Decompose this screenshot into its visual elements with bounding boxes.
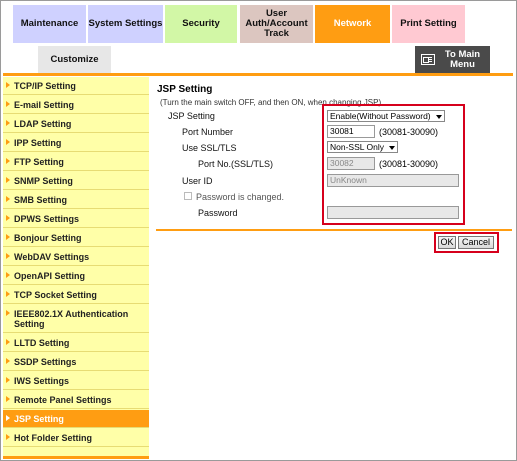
user-id-label: User ID xyxy=(182,176,213,186)
sidebar-item-label: TCP Socket Setting xyxy=(14,290,97,300)
arrow-icon xyxy=(6,339,10,345)
arrow-icon xyxy=(6,82,10,88)
sidebar-item-label: DPWS Settings xyxy=(14,214,80,224)
sidebar-item-label: IPP Setting xyxy=(14,138,62,148)
arrow-icon xyxy=(6,120,10,126)
arrow-icon xyxy=(6,291,10,297)
sidebar-item-lltd[interactable]: LLTD Setting xyxy=(3,334,149,352)
arrow-icon xyxy=(6,272,10,278)
tab-maintenance[interactable]: Maintenance xyxy=(13,5,86,43)
arrow-icon xyxy=(6,101,10,107)
sidebar-item-label: SSDP Settings xyxy=(14,357,77,367)
arrow-icon xyxy=(6,215,10,221)
sidebar-item-label: LLTD Setting xyxy=(14,338,70,348)
sidebar-item-label: SNMP Setting xyxy=(14,176,73,186)
page-title: JSP Setting xyxy=(157,84,213,95)
sidebar-item-iws[interactable]: IWS Settings xyxy=(3,372,149,390)
password-changed-checkbox[interactable] xyxy=(184,192,192,200)
arrow-icon xyxy=(6,358,10,364)
sidebar-item-label: SMB Setting xyxy=(14,195,67,205)
sidebar-item-webdav[interactable]: WebDAV Settings xyxy=(3,248,149,266)
sidebar-item-ieee8021x[interactable]: IEEE802.1X Authentication Setting xyxy=(3,305,149,333)
sidebar-item-label: Remote Panel Settings xyxy=(14,395,112,405)
arrow-icon xyxy=(6,177,10,183)
sidebar-item-label: IEEE802.1X Authentication Setting xyxy=(14,309,129,329)
tab-security[interactable]: Security xyxy=(165,5,237,43)
jsp-setting-label: JSP Setting xyxy=(168,111,215,121)
sidebar-item-label: IWS Settings xyxy=(14,376,70,386)
port-number-label: Port Number xyxy=(182,127,234,137)
arrow-icon xyxy=(6,158,10,164)
sidebar-item-label: TCP/IP Setting xyxy=(14,81,76,91)
sidebar-bottom-bar xyxy=(3,456,149,459)
arrow-icon xyxy=(6,139,10,145)
sidebar-item-openapi[interactable]: OpenAPI Setting xyxy=(3,267,149,285)
sidebar-item-label: Hot Folder Setting xyxy=(14,433,92,443)
main-menu-icon xyxy=(421,54,435,65)
sidebar-item-ssdp[interactable]: SSDP Settings xyxy=(3,353,149,371)
to-main-menu-label: To Main Menu xyxy=(444,48,481,70)
arrow-icon xyxy=(6,253,10,259)
tab-customize[interactable]: Customize xyxy=(38,46,111,73)
sidebar-item-tcp-ip[interactable]: TCP/IP Setting xyxy=(3,77,149,95)
sidebar-item-remote-panel[interactable]: Remote Panel Settings xyxy=(3,391,149,409)
tab-system-settings[interactable]: System Settings xyxy=(88,5,163,43)
sidebar-item-label: E-mail Setting xyxy=(14,100,75,110)
sidebar-item-label: OpenAPI Setting xyxy=(14,271,86,281)
arrow-icon xyxy=(6,196,10,202)
sidebar-item-label: Bonjour Setting xyxy=(14,233,82,243)
sidebar-item-ldap[interactable]: LDAP Setting xyxy=(3,115,149,133)
password-changed-label: Password is changed. xyxy=(196,192,285,202)
sidebar-item-ipp[interactable]: IPP Setting xyxy=(3,134,149,152)
sidebar-item-label: FTP Setting xyxy=(14,157,64,167)
arrow-icon xyxy=(6,234,10,240)
tab-network[interactable]: Network xyxy=(315,5,390,43)
sidebar: TCP/IP Setting E-mail Setting LDAP Setti… xyxy=(3,77,149,457)
sidebar-item-smb[interactable]: SMB Setting xyxy=(3,191,149,209)
sidebar-item-bonjour[interactable]: Bonjour Setting xyxy=(3,229,149,247)
tab-print-setting[interactable]: Print Setting xyxy=(392,5,465,43)
tab-user-auth-account-track[interactable]: User Auth/Account Track xyxy=(240,5,313,43)
to-main-menu-button[interactable]: To Main Menu xyxy=(415,46,490,73)
password-label: Password xyxy=(198,208,238,218)
arrow-icon xyxy=(6,310,10,316)
sidebar-item-ftp[interactable]: FTP Setting xyxy=(3,153,149,171)
sidebar-item-jsp[interactable]: JSP Setting xyxy=(3,410,149,428)
settings-highlight-box xyxy=(322,104,465,225)
buttons-highlight-box xyxy=(434,232,499,253)
sidebar-item-tcp-socket[interactable]: TCP Socket Setting xyxy=(3,286,149,304)
sidebar-item-dpws[interactable]: DPWS Settings xyxy=(3,210,149,228)
arrow-icon xyxy=(6,396,10,402)
arrow-icon xyxy=(6,415,10,421)
sidebar-item-snmp[interactable]: SNMP Setting xyxy=(3,172,149,190)
sidebar-item-label: JSP Setting xyxy=(14,414,64,424)
sidebar-item-label: LDAP Setting xyxy=(14,119,72,129)
sidebar-item-hot-folder[interactable]: Hot Folder Setting xyxy=(3,429,149,447)
header-divider xyxy=(3,73,513,76)
sidebar-item-label: WebDAV Settings xyxy=(14,252,90,262)
port-ssl-label: Port No.(SSL/TLS) xyxy=(198,159,274,169)
arrow-icon xyxy=(6,377,10,383)
content-divider xyxy=(156,229,512,231)
use-ssl-label: Use SSL/TLS xyxy=(182,143,237,153)
arrow-icon xyxy=(6,434,10,440)
sidebar-item-email[interactable]: E-mail Setting xyxy=(3,96,149,114)
